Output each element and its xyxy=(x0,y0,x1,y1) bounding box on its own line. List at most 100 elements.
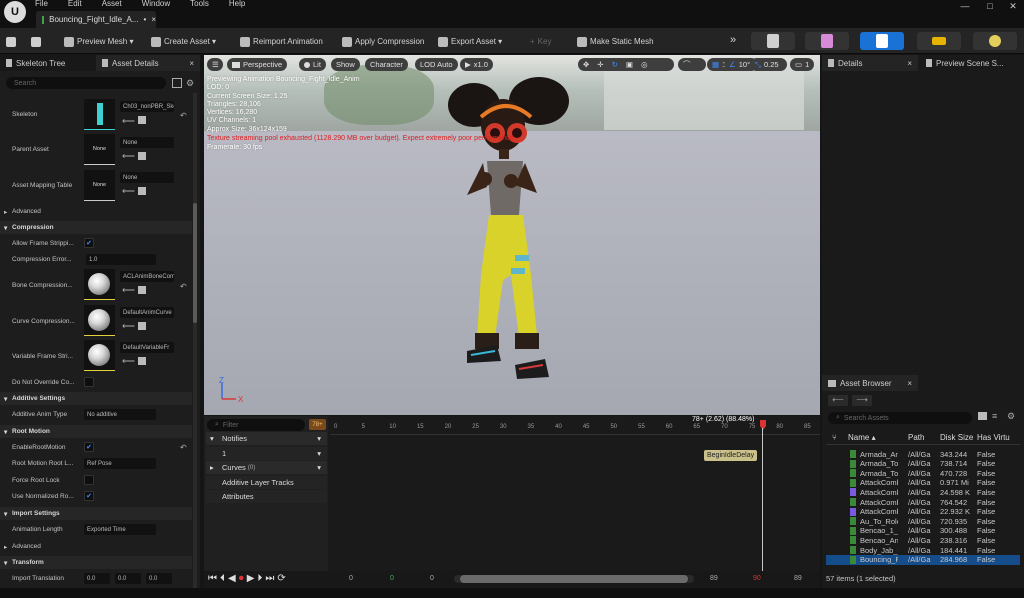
forward-button[interactable]: ⟶ xyxy=(852,395,872,406)
notifies-track[interactable]: ▾ Notifies ▾ xyxy=(206,432,327,445)
perspective-button[interactable]: Perspective xyxy=(227,58,288,71)
browse-icon[interactable] xyxy=(31,35,41,48)
playback-speed-button[interactable]: ▶ x1.0 xyxy=(460,58,493,71)
curves-track[interactable]: ▸ Curves (0) ▾ xyxy=(206,461,327,474)
force-root-lock-checkbox[interactable] xyxy=(84,475,94,485)
scale-snap-button[interactable]: ⤡ 0.25 xyxy=(750,58,787,71)
asset-row[interactable]: AttackComb/All/Ga 22.932 K False xyxy=(826,507,1020,517)
menu-file[interactable]: File xyxy=(35,0,48,8)
asset-row[interactable]: AttackComb/All/Ga 24.598 K False xyxy=(826,487,1020,497)
asset-row[interactable]: Bouncing_Fi/All/Ga 284.968 False xyxy=(826,554,1020,565)
settings-gear-icon[interactable]: ⚙ xyxy=(186,78,194,89)
range-start[interactable]: 0 xyxy=(349,575,353,582)
range-end[interactable]: 89 xyxy=(794,575,802,582)
view-end[interactable]: 89 xyxy=(710,575,718,582)
animation-mode-button[interactable] xyxy=(860,32,904,50)
browse-arrow-icon[interactable]: ⟵ xyxy=(122,151,135,162)
current-frame-badge[interactable]: 78+ xyxy=(309,419,326,430)
menu-window[interactable]: Window xyxy=(142,0,170,8)
compression-error-input[interactable]: 1.0 xyxy=(86,254,156,265)
create-asset-button[interactable]: Create Asset ▾ xyxy=(151,35,216,48)
folder-icon[interactable] xyxy=(978,412,987,420)
minimize-button[interactable]: — xyxy=(952,0,978,12)
lit-button[interactable]: Lit xyxy=(299,58,326,71)
toolbar-overflow-icon[interactable]: » xyxy=(730,33,736,46)
dropdown-arrow-icon[interactable]: ▾ xyxy=(317,449,321,458)
import-translation-z[interactable]: 0.0 xyxy=(146,573,172,584)
parent-asset-thumbnail[interactable]: None xyxy=(84,134,115,165)
character-model[interactable] xyxy=(439,75,579,405)
viewport[interactable]: ☰ Perspective Lit Show Character LOD Aut… xyxy=(204,55,820,415)
save-icon[interactable] xyxy=(6,35,16,48)
timeline-filter-input[interactable]: ⌕ Filter xyxy=(207,419,305,431)
column-has-virtual[interactable]: Has Virtu xyxy=(977,433,1010,442)
tab-skeleton-tree[interactable]: Skeleton Tree xyxy=(0,55,96,71)
show-button[interactable]: Show xyxy=(331,58,360,71)
dropdown-arrow-icon[interactable]: ▾ xyxy=(317,434,321,443)
unreal-logo-icon[interactable]: U xyxy=(4,1,26,23)
browse-arrow-icon[interactable]: ⟵ xyxy=(122,321,135,332)
compression-section[interactable]: ▾ Compression xyxy=(0,221,192,234)
make-static-mesh-button[interactable]: Make Static Mesh xyxy=(577,35,654,48)
close-tab-icon[interactable]: × xyxy=(907,59,912,68)
timeline-ruler[interactable]: 0 5 10 15 20 25 30 35 40 45 50 55 60 65 70 75 80 85 xyxy=(330,424,820,435)
import-translation-y[interactable]: 0.0 xyxy=(115,573,141,584)
surface-snap-button[interactable]: ⌒ xyxy=(678,58,706,71)
notify-begin-idle-delay[interactable]: BeginIdleDelay xyxy=(704,450,758,461)
world-local-icon[interactable]: ◎ xyxy=(641,60,648,69)
details-search-input[interactable]: Search xyxy=(6,77,166,89)
details-scrollbar[interactable] xyxy=(193,93,197,593)
close-tab-icon[interactable]: × xyxy=(151,15,156,24)
column-disk-size[interactable]: Disk Size xyxy=(940,433,973,442)
close-tab-icon[interactable]: × xyxy=(189,59,194,68)
translate-icon[interactable]: ✛ xyxy=(597,60,603,69)
animation-length-combo[interactable]: Exported Time xyxy=(84,524,156,535)
filter-icon[interactable]: ≡ xyxy=(992,411,997,421)
browse-arrow-icon[interactable]: ⟵ xyxy=(122,285,135,296)
curve-compression-combo[interactable]: DefaultAnimCurve xyxy=(120,307,174,318)
reset-icon[interactable]: ↶ xyxy=(180,282,187,291)
browse-arrow-icon[interactable]: ⟵ xyxy=(122,186,135,197)
skeleton-combo[interactable]: Ch03_nonPBR_Skel xyxy=(120,101,174,112)
timeline-scrollbar[interactable] xyxy=(454,575,694,583)
step-forward-icon[interactable]: ⏵ xyxy=(257,573,262,584)
variable-frame-thumbnail[interactable] xyxy=(84,340,115,371)
bone-compression-combo[interactable]: ACLAnimBoneCompr xyxy=(120,271,174,282)
range-start-green[interactable]: 0 xyxy=(390,575,394,582)
asset-row[interactable]: Armada_To_ /All/Ga 470.728 False xyxy=(826,468,1020,478)
camera-speed-button[interactable]: ▭ 1 xyxy=(790,58,814,71)
tab-preview-scene[interactable]: Preview Scene S... xyxy=(920,55,1024,71)
folder-icon[interactable] xyxy=(138,152,146,160)
allow-frame-stripping-checkbox[interactable]: ✔ xyxy=(84,238,94,248)
advanced-expander[interactable]: ▸ Advanced xyxy=(0,205,192,218)
dropdown-arrow-icon[interactable]: ▾ xyxy=(317,463,321,472)
tab-asset-details[interactable]: Asset Details × xyxy=(96,55,200,71)
character-button[interactable]: Character xyxy=(365,58,408,71)
viewport-menu-button[interactable]: ☰ xyxy=(207,58,223,71)
skip-to-end-icon[interactable]: ⏭ xyxy=(265,573,274,584)
back-button[interactable]: ⟵ xyxy=(828,395,848,406)
reset-icon[interactable]: ↶ xyxy=(180,443,187,452)
menu-edit[interactable]: Edit xyxy=(68,0,82,8)
skeleton-mode-button[interactable] xyxy=(751,32,795,50)
asset-row[interactable]: Armada_Anim/All/Ga 343.244 False xyxy=(826,449,1020,459)
advanced-expander[interactable]: ▸ Advanced xyxy=(0,540,192,553)
import-settings-section[interactable]: ▾ Import Settings xyxy=(0,507,192,520)
asset-row[interactable]: Body_Jab_C/All/Ga 184.441 False xyxy=(826,545,1020,555)
asset-mapping-combo[interactable]: None xyxy=(120,172,174,183)
step-back-icon[interactable]: ⏴ xyxy=(220,573,225,584)
additive-layer-tracks[interactable]: Additive Layer Tracks xyxy=(206,476,327,489)
settings-gear-icon[interactable]: ⚙ xyxy=(1007,411,1015,422)
asset-row[interactable]: AttackComb/All/Ga 0.971 Mi False xyxy=(826,478,1020,488)
range-end-red[interactable]: 90 xyxy=(753,575,761,582)
blueprint-mode-button[interactable] xyxy=(917,32,961,50)
folder-icon[interactable] xyxy=(138,357,146,365)
import-translation-x[interactable]: 0.0 xyxy=(84,573,110,584)
play-reverse-icon[interactable]: ◀ xyxy=(228,573,236,584)
record-icon[interactable]: ⏺ xyxy=(239,573,244,584)
document-tab[interactable]: Bouncing_Fight_Idle_A... • × xyxy=(36,11,156,28)
use-normalized-checkbox[interactable]: ✔ xyxy=(84,491,94,501)
tab-details[interactable]: Details × xyxy=(822,55,918,71)
loop-icon[interactable]: ⟳ xyxy=(277,573,285,584)
asset-row[interactable]: Bencao_Anim/All/Ga 238.316 False xyxy=(826,535,1020,545)
